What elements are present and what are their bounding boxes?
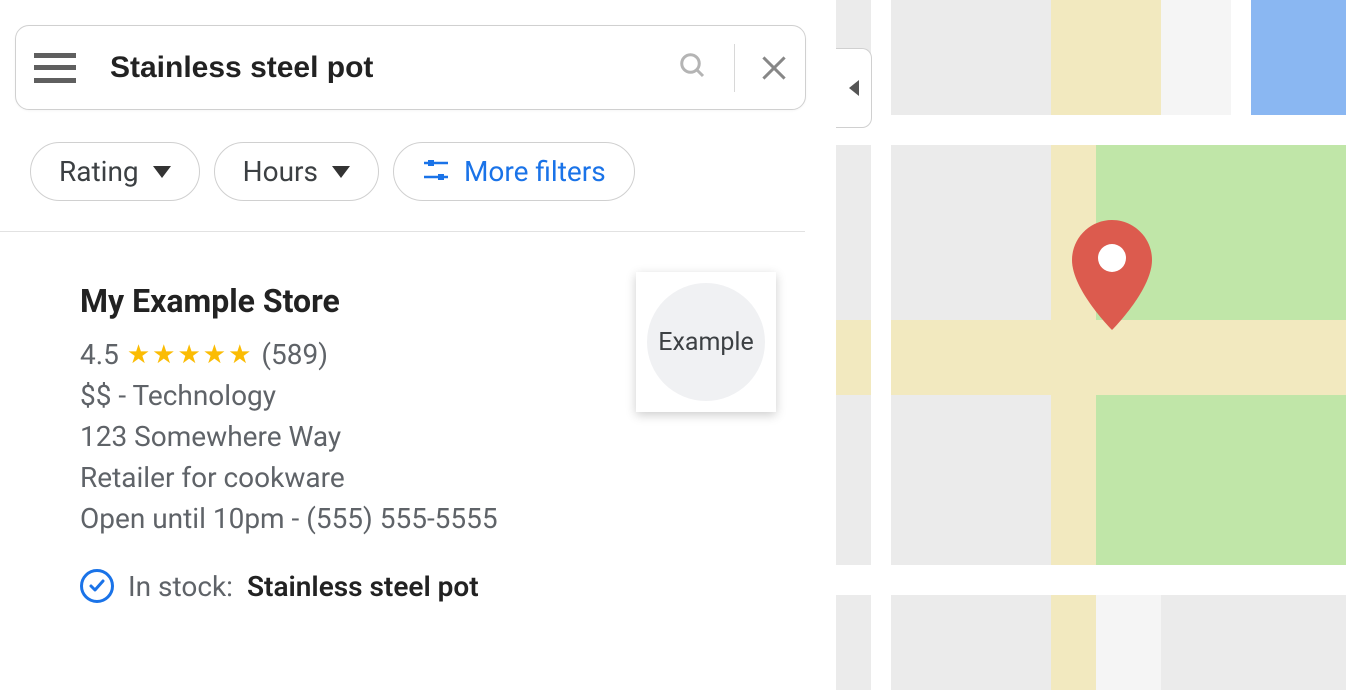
description: Retailer for cookware [80, 461, 836, 494]
separator [0, 231, 805, 232]
divider [734, 44, 735, 92]
filter-hours[interactable]: Hours [214, 142, 379, 201]
filter-rating[interactable]: Rating [30, 142, 200, 201]
map-background [836, 0, 1346, 690]
thumbnail-label: Example [647, 283, 765, 401]
map-canvas[interactable] [836, 0, 1346, 690]
result-thumbnail[interactable]: Example [636, 272, 776, 412]
search-icon[interactable] [678, 51, 708, 85]
filter-row: Rating Hours More filters [30, 142, 836, 201]
map-pin-icon[interactable] [1072, 220, 1152, 330]
filter-label: More filters [464, 155, 606, 188]
close-icon[interactable] [761, 55, 787, 81]
hours-phone: Open until 10pm - (555) 555-5555 [80, 502, 836, 535]
search-bar [15, 25, 806, 110]
stock-product: Stainless steel pot [247, 570, 479, 603]
stock-row: In stock: Stainless steel pot [80, 569, 836, 603]
chevron-down-icon [332, 166, 350, 178]
filter-label: Rating [59, 155, 139, 188]
results-panel: Rating Hours More filters [0, 0, 836, 690]
search-input[interactable] [110, 51, 678, 85]
chevron-down-icon [153, 166, 171, 178]
address: 123 Somewhere Way [80, 420, 836, 453]
chevron-left-icon [849, 80, 859, 96]
check-circle-icon [80, 569, 114, 603]
menu-icon[interactable] [34, 53, 76, 83]
rating-value: 4.5 [80, 338, 119, 371]
filter-label: Hours [243, 155, 318, 188]
collapse-panel-button[interactable] [836, 48, 872, 128]
result-item[interactable]: My Example Store 4.5 ★★★★★ (589) $$ - Te… [80, 282, 836, 603]
filter-more[interactable]: More filters [393, 142, 635, 201]
sliders-icon [422, 155, 450, 188]
stock-label: In stock: [128, 570, 233, 603]
star-icons: ★★★★★ [127, 340, 254, 370]
review-count: (589) [261, 338, 328, 371]
